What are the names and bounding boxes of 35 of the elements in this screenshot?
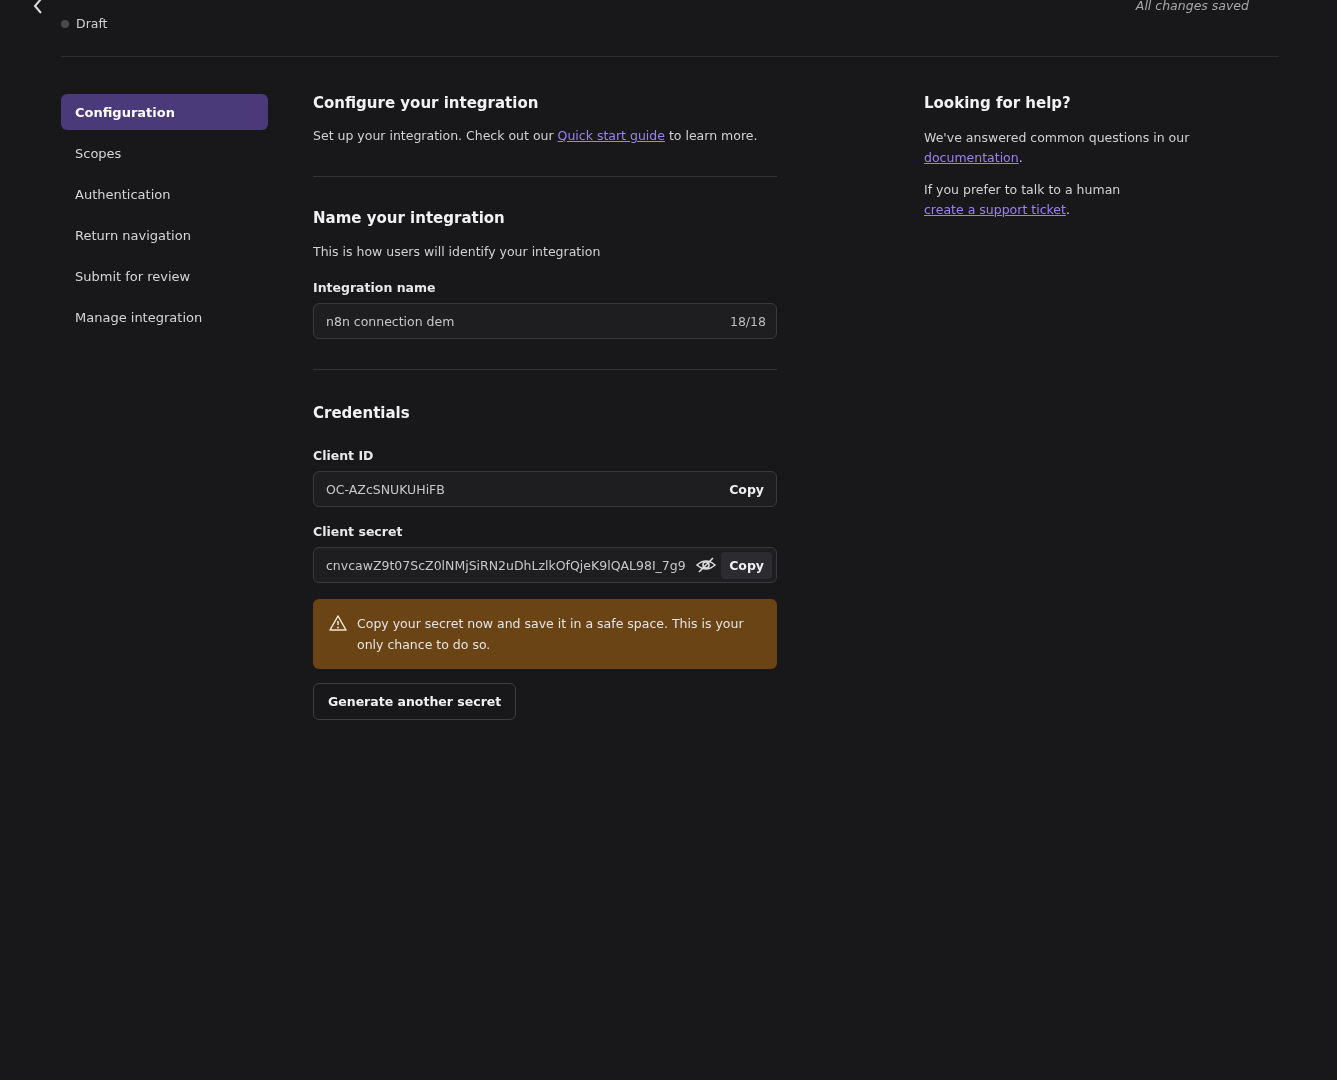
support-ticket-link[interactable]: create a support ticket [924, 202, 1066, 217]
documentation-link[interactable]: documentation [924, 150, 1019, 165]
quick-start-link[interactable]: Quick start guide [557, 128, 665, 143]
client-secret-field[interactable]: cnvcawZ9t07ScZ0lNMjSiRN2uDhLzlkOfQjeK9lQAL98I_7g9 Copy [313, 547, 777, 583]
client-id-field[interactable]: OC-AZcSNUKUHiFB Copy [313, 471, 777, 507]
client-id-input[interactable]: OC-AZcSNUKUHiFB [326, 481, 722, 497]
warning-message: Copy your secret now and save it in a safe space. This is your only chance to do so. [357, 615, 745, 654]
help-text: We've answered common questions in our documentation. [924, 129, 1191, 167]
field-label: Integration name [313, 280, 437, 295]
integration-name-input[interactable]: n8n connection dem [326, 313, 730, 329]
generate-secret-button[interactable]: Generate another secret [313, 683, 517, 720]
field-label: Client ID [313, 448, 375, 463]
integration-name-field[interactable]: n8n connection dem 18/18 [313, 303, 777, 339]
help-title: Looking for help? [924, 94, 1072, 112]
copy-button[interactable]: Copy [721, 551, 772, 579]
save-status: All changes saved [1135, 0, 1249, 15]
warning-icon [329, 614, 347, 632]
field-label: Client secret [313, 524, 404, 539]
sidebar-item[interactable]: Authentication [61, 176, 268, 212]
sidebar-item[interactable]: Scopes [61, 135, 268, 171]
eye-slash-icon[interactable] [695, 556, 718, 574]
status-label: Draft [76, 16, 108, 31]
section-title: Configure your integration [313, 94, 540, 112]
sidebar-item[interactable]: Submit for review [61, 258, 268, 294]
client-secret-input[interactable]: cnvcawZ9t07ScZ0lNMjSiRN2uDhLzlkOfQjeK9lQAL98I_7g9 [326, 557, 692, 573]
status-dot [61, 19, 69, 28]
section-title: Credentials [313, 404, 411, 422]
intro-text: Set up your integration. Check out our Quick start guide to learn more. [313, 127, 759, 145]
sidebar-item[interactable]: Return navigation [61, 217, 268, 253]
copy-button[interactable]: Copy [721, 475, 772, 503]
sidebar-item[interactable]: Manage integration [61, 299, 268, 335]
help-text: If you prefer to talk to a human create a support ticket. [924, 181, 1122, 219]
section-description: This is how users will identify your integration [313, 243, 602, 261]
sidebar-item[interactable]: Configuration [61, 94, 268, 130]
section-title: Name your integration [313, 209, 506, 227]
